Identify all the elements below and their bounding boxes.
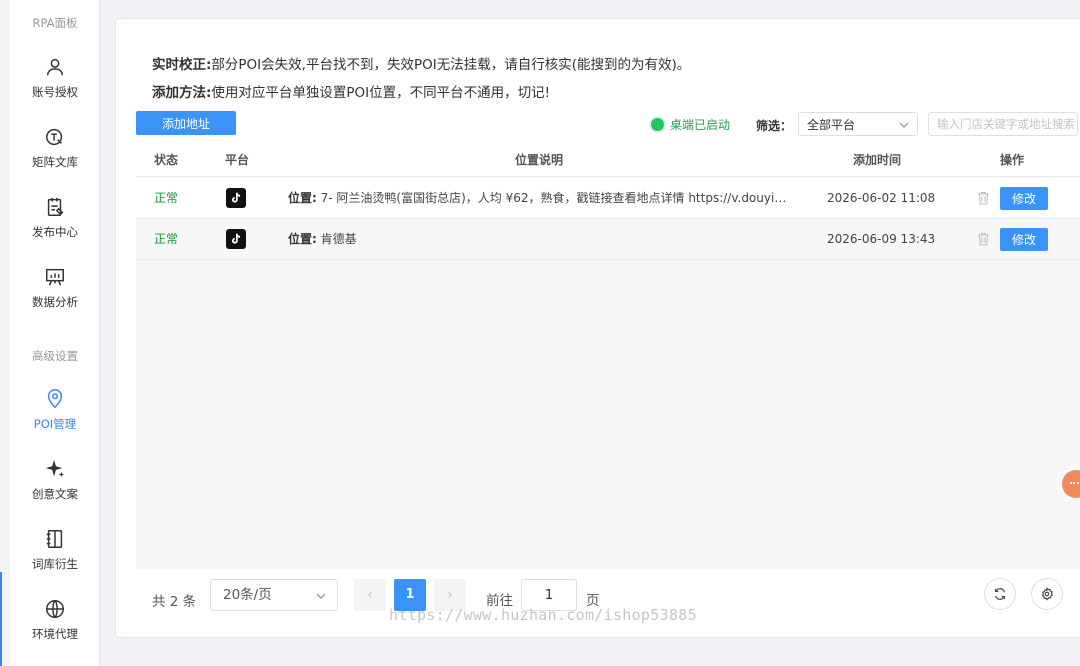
- chart-board-icon: [46, 268, 64, 286]
- chevron-down-icon: [899, 122, 909, 128]
- online-status-dot: [651, 118, 664, 131]
- edit-button[interactable]: 修改: [1000, 187, 1048, 210]
- notebook-icon: [46, 530, 63, 548]
- desktop-status-text: 桌端已启动: [670, 118, 731, 132]
- notice-line-2-text: 使用对应平台单独设置POI位置，不同平台不通用，切记!: [211, 85, 551, 101]
- header-status: 状态: [154, 153, 179, 167]
- sidebar-item-creative-copy[interactable]: 创意文案: [10, 448, 100, 512]
- sidebar-item-publish-center[interactable]: 发布中心: [10, 186, 100, 250]
- publish-icon: [47, 197, 64, 216]
- row-status: 正常: [154, 232, 179, 246]
- row-location: 位置: 7- 阿兰油烫鸭(富国街总店)，人均 ¥62，熟食，戳链接查看地点详情 …: [288, 178, 793, 219]
- sidebar-section-advanced: 高级设置: [32, 349, 78, 363]
- row-location-label: 位置:: [288, 191, 317, 205]
- watermark-text: https://www.huzhan.com/ishop53885: [389, 606, 697, 624]
- sidebar: RPA面板 账号授权 矩阵文库 发布中心 数据分析 高级设置 POI管理 创意文…: [0, 0, 100, 666]
- prev-page-button[interactable]: ‹: [354, 579, 386, 611]
- filter-label: 筛选：: [756, 119, 793, 133]
- globe-icon: [46, 600, 64, 618]
- row-location-label: 位置:: [288, 232, 317, 246]
- total-count: 共 2 条: [152, 594, 197, 610]
- location-pin-icon: [47, 389, 63, 409]
- tiktok-book-icon: [46, 128, 63, 146]
- delete-icon[interactable]: [977, 191, 990, 205]
- notice-line-2-title: 添加方法:: [152, 85, 212, 101]
- sidebar-item-env-proxy[interactable]: 环境代理: [10, 588, 100, 652]
- notice-line-1-text: 部分POI会失效,平台找不到，失效POI无法挂载，请自行核实(能搜到的为有效)。: [211, 57, 691, 73]
- platform-filter-value: 全部平台: [807, 117, 856, 132]
- sidebar-item-matrix-library[interactable]: 矩阵文库: [10, 116, 100, 180]
- row-location-text: 7- 阿兰油烫鸭(富国街总店)，人均 ¥62，熟食，戳链接查看地点详情 http…: [320, 191, 793, 205]
- tiktok-icon: [226, 188, 246, 208]
- row-time: 2026-06-02 11:08: [827, 191, 936, 205]
- sidebar-item-data-analysis[interactable]: 数据分析: [10, 256, 100, 320]
- header-location: 位置说明: [515, 153, 564, 167]
- table-header: 状态 平台 位置说明 添加时间 操作: [136, 143, 1080, 177]
- row-status: 正常: [154, 191, 179, 205]
- add-address-button[interactable]: 添加地址: [136, 111, 236, 135]
- user-icon: [46, 58, 64, 76]
- sidebar-item-label: 数据分析: [32, 295, 78, 309]
- sidebar-item-label: 矩阵文库: [32, 155, 78, 169]
- edit-button[interactable]: 修改: [1000, 228, 1048, 251]
- chevron-right-icon: ›: [447, 587, 453, 603]
- sidebar-item-label: 创意文案: [32, 487, 78, 501]
- chevron-left-icon: ‹: [367, 587, 373, 603]
- page-size-select[interactable]: 20条/页: [210, 579, 338, 611]
- poi-table: 状态 平台 位置说明 添加时间 操作 正常 位置: 7- 阿兰油烫鸭(富国街总店…: [136, 143, 1080, 569]
- header-platform: 平台: [225, 153, 250, 167]
- sidebar-item-word-derive[interactable]: 词库衍生: [10, 518, 100, 582]
- sidebar-item-label: 词库衍生: [32, 557, 78, 571]
- table-row: 正常 位置: 7- 阿兰油烫鸭(富国街总店)，人均 ¥62，熟食，戳链接查看地点…: [136, 178, 1080, 219]
- sidebar-edge-indicator: [0, 572, 2, 666]
- tiktok-icon: [226, 229, 246, 249]
- notice-line-1-title: 实时校正:: [152, 57, 212, 73]
- settings-button[interactable]: [1031, 578, 1063, 610]
- gear-icon: [1041, 587, 1054, 601]
- sidebar-item-label: 账号授权: [32, 85, 78, 99]
- header-time: 添加时间: [853, 153, 902, 167]
- desktop-status: 桌端已启动: [651, 116, 730, 133]
- row-time: 2026-06-09 13:43: [827, 232, 936, 246]
- platform-filter-select[interactable]: 全部平台: [798, 112, 918, 136]
- table-row: 正常 位置: 肯德基 2026-06-09 13:43 修改: [136, 219, 1080, 260]
- notice-line-2: 添加方法:使用对应平台单独设置POI位置，不同平台不通用，切记!: [152, 81, 550, 101]
- sidebar-item-label: 发布中心: [32, 225, 78, 239]
- refresh-button[interactable]: [984, 578, 1016, 610]
- sidebar-section-rpa: RPA面板: [32, 16, 78, 30]
- row-location-text: 肯德基: [320, 232, 357, 246]
- sidebar-edge: [0, 0, 10, 666]
- search-input[interactable]: [928, 112, 1078, 136]
- header-actions: 操作: [1000, 153, 1025, 167]
- page-size-value: 20条/页: [223, 587, 272, 603]
- refresh-icon: [995, 588, 1005, 600]
- sparkle-icon: [45, 459, 65, 478]
- main-panel: 实时校正:部分POI会失效,平台找不到，失效POI无法挂载，请自行核实(能搜到的…: [115, 18, 1080, 638]
- row-location: 位置: 肯德基: [288, 219, 793, 260]
- sidebar-item-poi-management[interactable]: POI管理: [10, 378, 100, 442]
- notice-line-1: 实时校正:部分POI会失效,平台找不到，失效POI无法挂载，请自行核实(能搜到的…: [152, 53, 690, 73]
- sidebar-item-label: POI管理: [33, 417, 77, 431]
- delete-icon[interactable]: [977, 232, 990, 246]
- sidebar-item-label: 环境代理: [32, 627, 78, 641]
- sidebar-item-account-auth[interactable]: 账号授权: [10, 46, 100, 110]
- chevron-down-icon: [316, 593, 326, 599]
